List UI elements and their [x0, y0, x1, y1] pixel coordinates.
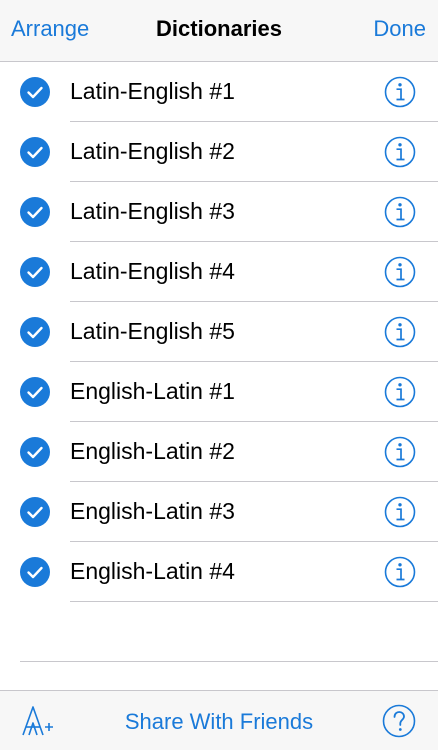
info-icon[interactable] — [384, 196, 416, 228]
row-separator — [70, 601, 438, 602]
dictionary-label: Latin-English #2 — [70, 138, 235, 164]
done-button[interactable]: Done — [373, 16, 426, 42]
checkmark-icon[interactable] — [20, 77, 50, 107]
question-icon[interactable] — [382, 704, 416, 738]
dictionary-list: Latin-English #1 Latin-English #2 Latin-En… — [0, 62, 438, 602]
list-bottom-separator — [20, 661, 438, 662]
dictionary-label: Latin-English #1 — [70, 78, 235, 104]
dictionary-row[interactable]: Latin-English #4 — [0, 242, 438, 302]
dictionary-row[interactable]: Latin-English #3 — [0, 182, 438, 242]
dictionary-label: Latin-English #5 — [70, 318, 235, 344]
info-icon[interactable] — [384, 136, 416, 168]
info-icon[interactable] — [384, 556, 416, 588]
dictionary-label: English-Latin #4 — [70, 558, 235, 584]
dictionary-row[interactable]: English-Latin #3 — [0, 482, 438, 542]
page-title: Dictionaries — [156, 16, 282, 41]
checkmark-icon[interactable] — [20, 437, 50, 467]
info-icon[interactable] — [384, 76, 416, 108]
checkmark-icon[interactable] — [20, 557, 50, 587]
dictionary-row[interactable]: Latin-English #1 — [0, 62, 438, 122]
dictionary-row[interactable]: Latin-English #5 — [0, 302, 438, 362]
info-icon[interactable] — [384, 316, 416, 348]
checkmark-icon[interactable] — [20, 377, 50, 407]
dictionary-label: Latin-English #3 — [70, 198, 235, 224]
dictionary-row[interactable]: Latin-English #2 — [0, 122, 438, 182]
navigation-bar: Arrange Dictionaries Done — [0, 0, 438, 62]
dictionary-label: English-Latin #1 — [70, 378, 235, 404]
checkmark-icon[interactable] — [20, 197, 50, 227]
bottom-toolbar: Share With Friends — [0, 690, 438, 750]
dictionary-row[interactable]: English-Latin #2 — [0, 422, 438, 482]
checkmark-icon[interactable] — [20, 317, 50, 347]
checkmark-icon[interactable] — [20, 257, 50, 287]
info-icon[interactable] — [384, 496, 416, 528]
dictionary-label: English-Latin #2 — [70, 438, 235, 464]
info-icon[interactable] — [384, 256, 416, 288]
checkmark-icon[interactable] — [20, 137, 50, 167]
dictionary-row[interactable]: English-Latin #4 — [0, 542, 438, 602]
dictionary-row[interactable]: English-Latin #1 — [0, 362, 438, 422]
font-size-icon[interactable] — [20, 703, 60, 739]
info-icon[interactable] — [384, 376, 416, 408]
dictionary-label: English-Latin #3 — [70, 498, 235, 524]
checkmark-icon[interactable] — [20, 497, 50, 527]
share-with-friends-button[interactable]: Share With Friends — [125, 709, 313, 734]
info-icon[interactable] — [384, 436, 416, 468]
dictionary-label: Latin-English #4 — [70, 258, 235, 284]
